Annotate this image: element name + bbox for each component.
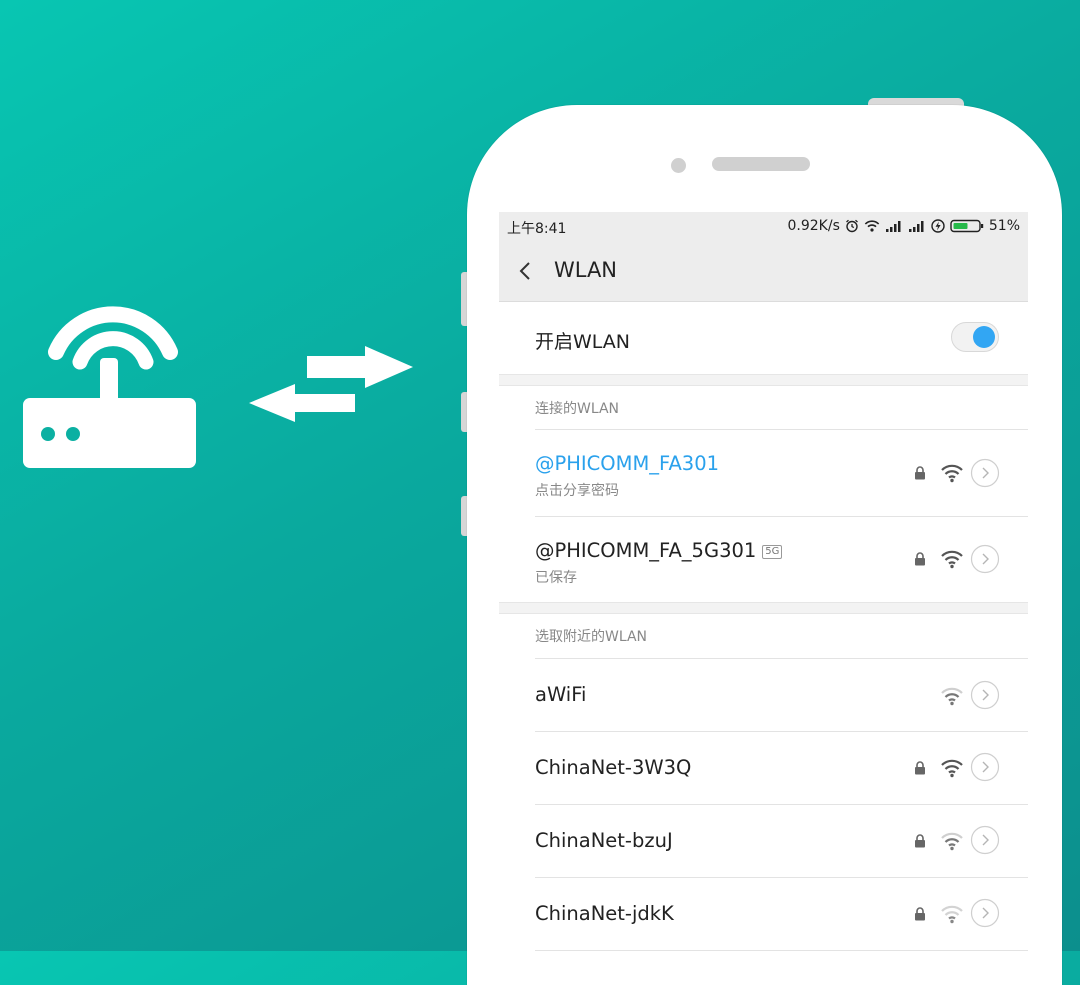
wifi-signal-full-icon xyxy=(941,759,963,778)
network-name: aWiFi xyxy=(535,683,587,706)
lock-icon xyxy=(915,834,925,848)
network-row-chinanet-jdkk[interactable]: ChinaNet-jdkK xyxy=(499,878,1028,950)
battery-percent: 51% xyxy=(988,218,1020,234)
status-indicators: 0.92K/s 51% xyxy=(788,218,1021,234)
wifi-signal-weak-icon xyxy=(941,905,963,924)
network-subtitle: 点击分享密码 xyxy=(535,483,619,499)
detail-chevron-icon[interactable] xyxy=(970,898,1000,928)
detail-chevron-icon[interactable] xyxy=(970,825,1000,855)
network-row-phicomm-fa301[interactable]: @PHICOMM_FA301 点击分享密码 xyxy=(499,430,1028,516)
charging-icon xyxy=(931,219,945,233)
transfer-arrows-icon xyxy=(249,346,413,422)
lock-icon xyxy=(915,907,925,921)
section-gap xyxy=(499,374,1028,386)
wifi-signal-full-icon xyxy=(941,464,963,483)
wifi-signal-full-icon xyxy=(941,550,963,569)
detail-chevron-icon[interactable] xyxy=(970,680,1000,710)
router-icon xyxy=(23,306,196,468)
network-name: ChinaNet-3W3Q xyxy=(535,756,692,779)
lock-icon xyxy=(915,552,925,566)
battery-icon xyxy=(950,219,984,233)
app-bar: WLAN xyxy=(499,242,1028,302)
toggle-knob xyxy=(973,326,995,348)
wlan-toggle-label: 开启WLAN xyxy=(535,331,631,353)
lock-icon xyxy=(915,466,925,480)
detail-chevron-icon[interactable] xyxy=(970,544,1000,574)
network-row-chinanet-bzuj[interactable]: ChinaNet-bzuJ xyxy=(499,805,1028,877)
wlan-toggle-switch[interactable] xyxy=(951,322,999,352)
lock-icon xyxy=(915,761,925,775)
wlan-toggle-row: 开启WLAN xyxy=(499,302,1028,374)
wifi-signal-medium-icon xyxy=(941,687,963,706)
alarm-icon xyxy=(845,219,858,233)
network-row-phicomm-fa-5g301[interactable]: @PHICOMM_FA_5G301 5G 已保存 xyxy=(499,517,1028,602)
network-name: @PHICOMM_FA301 xyxy=(535,452,720,475)
front-camera xyxy=(671,158,686,173)
status-time: 上午8:41 xyxy=(507,221,567,237)
phone-screen: 上午8:41 0.92K/s 51% WLAN 开启WLAN 连接的WLAN @… xyxy=(499,212,1028,951)
status-bar: 上午8:41 0.92K/s 51% xyxy=(499,212,1028,242)
status-wifi-icon xyxy=(864,220,880,232)
detail-chevron-icon[interactable] xyxy=(970,458,1000,488)
network-name: ChinaNet-bzuJ xyxy=(535,829,673,852)
status-speed: 0.92K/s xyxy=(787,218,840,234)
earpiece-speaker xyxy=(712,157,810,171)
network-name: ChinaNet-jdkK xyxy=(535,902,674,925)
network-row-chinanet-3w3q[interactable]: ChinaNet-3W3Q xyxy=(499,732,1028,804)
section-header-nearby: 选取附近的WLAN xyxy=(535,629,648,645)
network-row-awifi[interactable]: aWiFi xyxy=(499,659,1028,731)
signal-bars-icon-1 xyxy=(885,221,901,232)
back-chevron-icon[interactable] xyxy=(517,260,533,282)
network-name: @PHICOMM_FA_5G301 5G xyxy=(535,539,783,562)
detail-chevron-icon[interactable] xyxy=(970,752,1000,782)
section-header-connected: 连接的WLAN xyxy=(535,401,620,417)
network-subtitle: 已保存 xyxy=(535,570,577,586)
5g-badge: 5G xyxy=(762,545,783,559)
section-gap xyxy=(499,602,1028,614)
wifi-signal-medium-icon xyxy=(941,832,963,851)
signal-bars-icon-2 xyxy=(908,221,924,232)
page-title: WLAN xyxy=(554,258,618,282)
